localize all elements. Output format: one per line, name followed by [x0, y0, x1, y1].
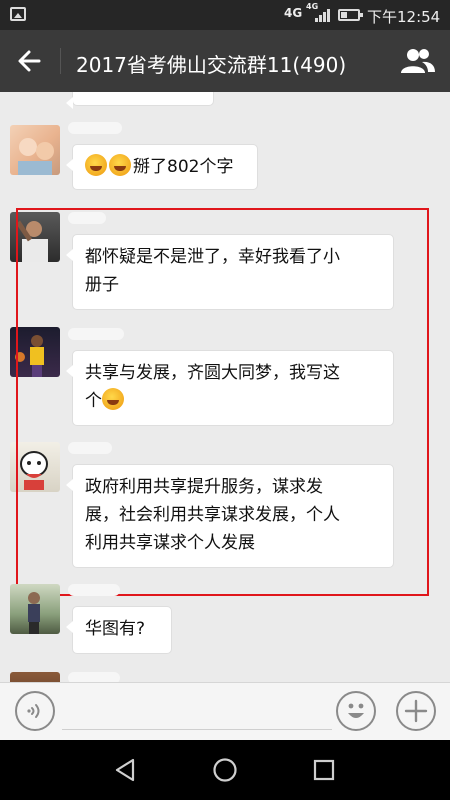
plus-icon	[404, 699, 428, 723]
clock: 下午12:54	[367, 8, 441, 26]
message-text: 华图有?	[85, 619, 146, 639]
message-text: 掰了802个字	[133, 157, 234, 177]
nav-back-icon[interactable]	[112, 756, 138, 784]
chat-title: 2017省考佛山交流群11(490)	[76, 53, 347, 77]
voice-button[interactable]	[15, 691, 55, 731]
status-bar: 4G 4G 下午12:54	[0, 0, 450, 30]
sender-name	[68, 584, 120, 596]
crying-laughing-emoji-icon	[109, 154, 131, 176]
message-bubble[interactable]: 掰了802个字	[66, 144, 258, 190]
crying-laughing-emoji-icon	[85, 154, 107, 176]
system-nav-bar	[0, 740, 450, 800]
smiley-icon	[348, 703, 364, 718]
message-bubble-partial[interactable]	[66, 92, 214, 109]
avatar[interactable]	[10, 125, 60, 175]
text-input-field[interactable]	[62, 729, 332, 730]
signal-icon	[315, 8, 330, 22]
people-icon	[401, 49, 435, 73]
network-type: 4G	[284, 6, 303, 20]
avatar[interactable]	[10, 584, 60, 634]
sender-name	[68, 672, 120, 682]
chat-header: 2017省考佛山交流群11(490)	[0, 30, 450, 92]
nav-home-icon[interactable]	[211, 756, 239, 784]
back-button[interactable]	[12, 44, 48, 78]
message-bubble[interactable]: 华图有?	[66, 606, 172, 654]
avatar[interactable]	[10, 672, 60, 682]
group-members-button[interactable]	[398, 44, 438, 78]
back-arrow-icon	[18, 50, 41, 72]
header-divider	[60, 48, 61, 74]
battery-icon	[338, 9, 363, 21]
chat-messages[interactable]: 掰了802个字 都怀疑是不是泄了，幸好我看了小 册子 共享与发展，齐圆大同梦，我…	[0, 92, 450, 682]
input-bar	[0, 682, 450, 740]
sender-name	[68, 122, 122, 134]
nav-recents-icon[interactable]	[311, 756, 337, 784]
gallery-icon	[10, 7, 26, 21]
voice-icon	[27, 704, 40, 718]
emoji-button[interactable]	[336, 691, 376, 731]
highlight-box	[16, 208, 429, 596]
more-button[interactable]	[396, 691, 436, 731]
